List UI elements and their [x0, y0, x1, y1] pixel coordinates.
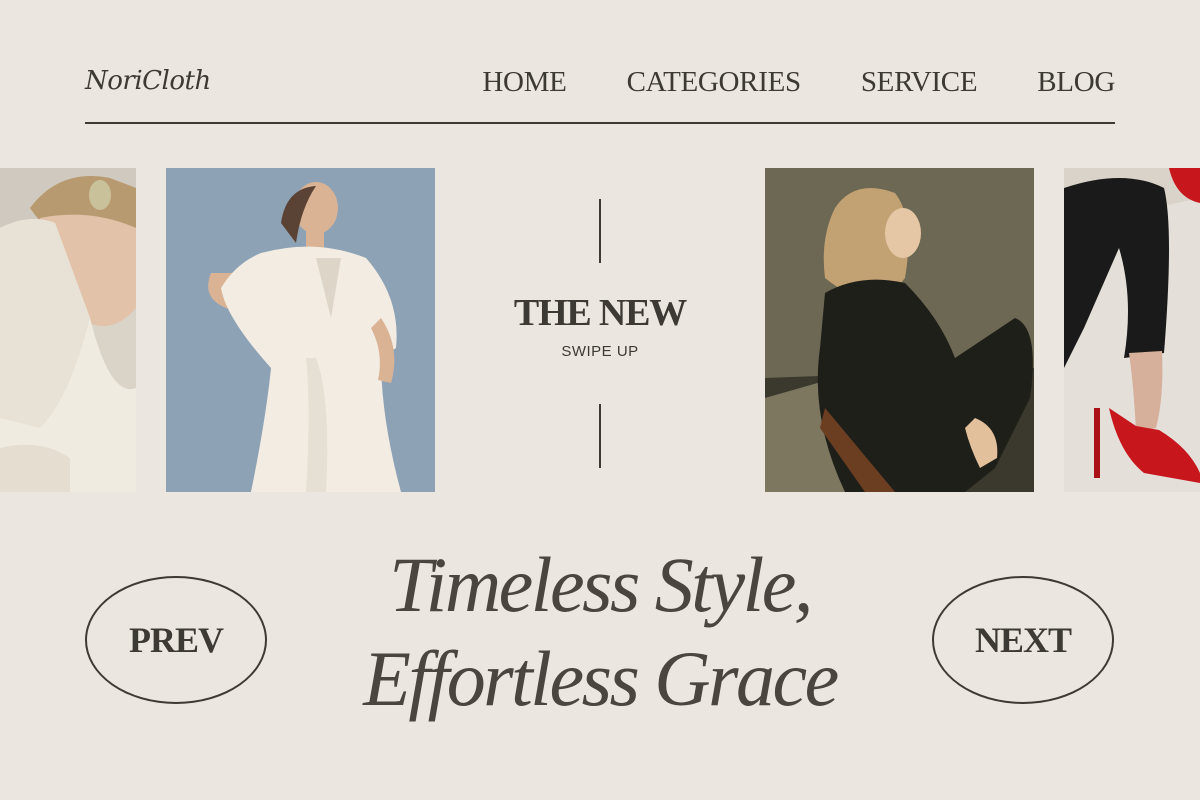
nav-categories[interactable]: CATEGORIES [627, 66, 802, 99]
woman-in-white-dress-photo [166, 168, 435, 492]
divider-line-bottom [599, 404, 601, 468]
hero-tagline-line-2: Effortless Grace [363, 635, 839, 722]
nav-service[interactable]: SERVICE [861, 66, 978, 99]
next-button[interactable]: NEXT [932, 576, 1114, 704]
prev-button[interactable]: PREV [85, 576, 267, 704]
divider-line-top [599, 199, 601, 263]
carousel-photo-4[interactable] [1064, 168, 1200, 492]
swipe-hint[interactable]: SWIPE UP [460, 343, 740, 360]
woman-in-black-suit-photo [765, 168, 1034, 492]
brand-logo[interactable]: NoriCloth [85, 66, 211, 96]
collection-headline: THE NEW [513, 292, 687, 334]
nav-home[interactable]: HOME [482, 66, 566, 99]
woman-in-cream-wrap-top-photo [0, 168, 136, 492]
header-divider [85, 122, 1115, 124]
carousel-photo-3[interactable] [765, 168, 1034, 492]
carousel-photo-1[interactable] [0, 168, 136, 492]
nav-blog[interactable]: BLOG [1037, 66, 1115, 99]
hero-tagline-line-1: Timeless Style, [389, 541, 813, 628]
main-nav: HOME CATEGORIES SERVICE BLOG [482, 66, 1115, 99]
red-heels-photo [1064, 168, 1200, 492]
carousel-photo-2[interactable] [166, 168, 435, 492]
